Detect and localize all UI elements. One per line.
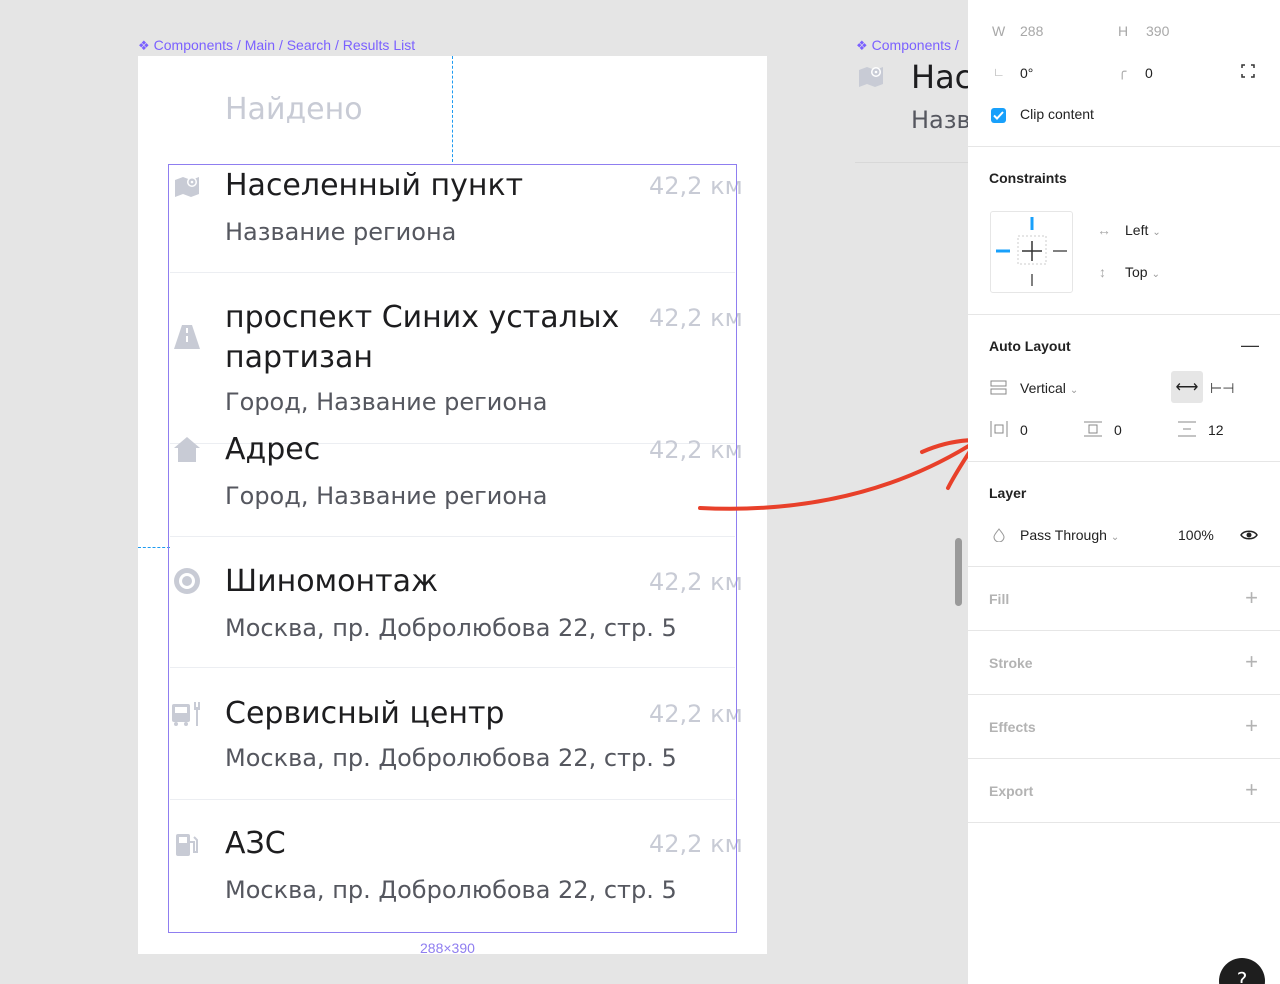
stroke-title: Stroke (989, 655, 1033, 671)
chevron-down-icon: ⌄ (1110, 532, 1120, 543)
duplicate-breadcrumb[interactable]: ❖ Components / (856, 37, 959, 54)
export-section[interactable]: Export + (968, 759, 1280, 823)
width-label: W (992, 23, 1006, 39)
blend-mode-value: Pass Through (1020, 527, 1107, 543)
horizontal-padding-icon (990, 421, 1008, 440)
remove-auto-layout-icon[interactable]: — (1241, 335, 1259, 356)
fill-section[interactable]: Fill + (968, 567, 1280, 631)
stroke-section[interactable]: Stroke + (968, 631, 1280, 695)
vertical-constraint-value: Top (1125, 264, 1148, 280)
corner-radius-icon: ╭ (1118, 63, 1127, 79)
design-canvas[interactable]: ❖ Components / Main / Search / Results Li… (0, 0, 968, 984)
direction-select[interactable]: Vertical ⌄ (1020, 380, 1078, 396)
effects-section[interactable]: Effects + (968, 695, 1280, 759)
vertical-padding-icon (1084, 421, 1102, 440)
eye-icon[interactable] (1240, 528, 1258, 544)
export-title: Export (989, 783, 1034, 799)
item-spacing-icon (1178, 421, 1196, 440)
corner-radius-input[interactable]: 0 (1145, 65, 1153, 81)
rotation-icon: ∟ (993, 65, 1005, 79)
spacing-guide-vertical (452, 56, 453, 162)
constraints-widget[interactable] (990, 211, 1073, 293)
vertical-constraint-select[interactable]: Top ⌄ (1125, 264, 1160, 280)
height-input[interactable]: 390 (1146, 23, 1169, 39)
component-icon: ❖ (138, 38, 150, 53)
spacing-guide-horizontal (138, 547, 170, 548)
direction-value: Vertical (1020, 380, 1066, 396)
map-pin-icon (857, 64, 887, 92)
add-fill-icon[interactable]: + (1245, 587, 1258, 609)
layer-title: Layer (989, 485, 1027, 501)
breadcrumb-text: Components / Main / Search / Results Lis… (153, 37, 416, 53)
chevron-down-icon: ⌄ (1151, 269, 1160, 280)
canvas-scrollbar[interactable] (955, 538, 962, 606)
effects-title: Effects (989, 719, 1036, 735)
horizontal-arrows-icon: ⟷ (1175, 379, 1199, 396)
vertical-constraint-icon: ↕ (1099, 264, 1106, 280)
vertical-direction-icon (990, 380, 1007, 398)
opacity-input[interactable]: 100% (1178, 527, 1214, 543)
duplicate-title: Нас (911, 58, 968, 96)
duplicate-subtitle: Назв (911, 106, 968, 134)
item-spacing-input[interactable]: 12 (1208, 422, 1224, 438)
selection-outline[interactable] (168, 164, 737, 933)
fixed-width-icon[interactable]: ⊢⊣ (1210, 380, 1234, 397)
chevron-down-icon: ⌄ (1069, 385, 1079, 396)
breadcrumb-text: Components / (871, 37, 959, 53)
independent-corners-icon[interactable] (1241, 64, 1255, 81)
horizontal-constraint-icon: ↔ (1097, 222, 1111, 238)
auto-layout-title: Auto Layout (989, 338, 1071, 354)
blend-mode-select[interactable]: Pass Through ⌄ (1020, 527, 1119, 543)
fill-title: Fill (989, 591, 1010, 607)
selection-size-label: 288×390 (420, 940, 475, 956)
clip-content-checkbox[interactable] (991, 108, 1006, 123)
clip-content-label: Clip content (1020, 106, 1094, 122)
add-effect-icon[interactable]: + (1245, 715, 1258, 737)
chevron-down-icon: ⌄ (1152, 227, 1161, 238)
horizontal-constraint-value: Left (1125, 222, 1149, 238)
rotation-input[interactable]: 0° (1020, 65, 1033, 81)
frame-section: W 288 H 390 ∟ 0° ╭ 0 Clip content (968, 0, 1280, 147)
add-export-icon[interactable]: + (1245, 779, 1258, 801)
horizontal-constraint-select[interactable]: Left ⌄ (1125, 222, 1161, 238)
blend-mode-icon (993, 528, 1005, 545)
component-icon: ❖ (856, 38, 868, 53)
height-label: H (1118, 23, 1129, 39)
horizontal-padding-input[interactable]: 0 (1020, 422, 1028, 438)
help-label: ? (1236, 968, 1248, 984)
layer-section: Layer (968, 462, 1280, 567)
annotation-arrow (698, 438, 968, 511)
add-stroke-icon[interactable]: + (1245, 651, 1258, 673)
divider (855, 162, 968, 163)
duplicate-frame-preview[interactable]: Нас Назв (855, 56, 968, 166)
vertical-padding-input[interactable]: 0 (1114, 422, 1122, 438)
properties-panel: W 288 H 390 ∟ 0° ╭ 0 Clip content Constr… (968, 0, 1280, 984)
constraints-title: Constraints (989, 170, 1067, 186)
frame-breadcrumb[interactable]: ❖ Components / Main / Search / Results Li… (138, 37, 415, 54)
resize-hug-button[interactable]: ⟷ (1171, 371, 1203, 403)
found-heading: Найдено (225, 92, 363, 127)
width-input[interactable]: 288 (1020, 23, 1043, 39)
